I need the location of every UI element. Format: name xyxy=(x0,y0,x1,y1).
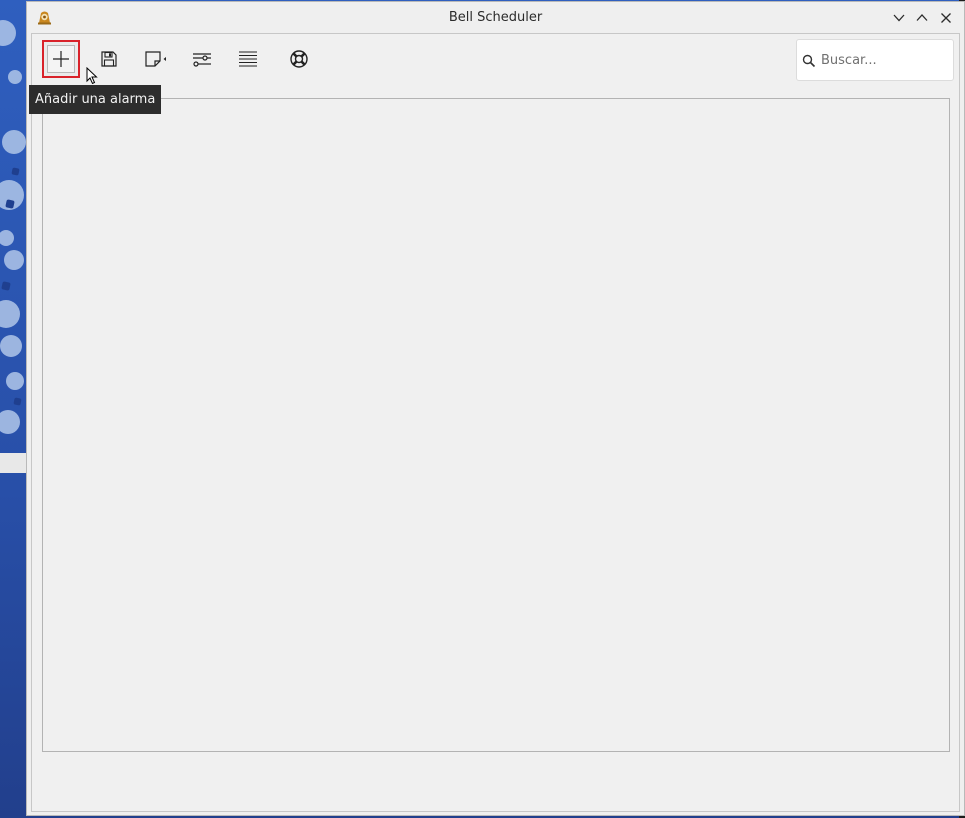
save-icon xyxy=(101,51,117,67)
add-alarm-button[interactable] xyxy=(42,40,80,78)
desktop-pattern xyxy=(11,167,20,176)
search-input[interactable] xyxy=(821,49,947,71)
window-title: Bell Scheduler xyxy=(448,10,543,25)
maximize-button[interactable] xyxy=(914,10,930,26)
edit-icon xyxy=(145,51,166,67)
desktop-pattern xyxy=(4,250,24,270)
desktop-pattern xyxy=(8,70,22,84)
settings-button[interactable] xyxy=(183,40,221,78)
app-window: Bell Scheduler Buscar... Añadir una alar… xyxy=(26,1,965,816)
mouse-cursor-icon xyxy=(86,67,98,85)
list-view-button[interactable] xyxy=(229,40,267,78)
help-button[interactable] xyxy=(280,40,318,78)
minimize-button[interactable] xyxy=(891,10,907,26)
desktop-pattern xyxy=(0,335,22,357)
help-lifebuoy-icon xyxy=(290,50,308,68)
search-icon xyxy=(802,54,816,68)
desktop-pattern xyxy=(0,300,20,328)
desktop-pattern xyxy=(2,130,26,154)
add-alarm-tooltip: Añadir una alarma xyxy=(29,85,162,114)
desktop-pattern xyxy=(1,281,11,291)
desktop-pattern xyxy=(0,230,14,246)
settings-sliders-icon xyxy=(193,53,211,67)
edit-menu-button[interactable] xyxy=(138,40,176,78)
title-bar[interactable]: Bell Scheduler xyxy=(27,2,964,33)
main-content xyxy=(31,33,960,812)
desktop-panel-strip xyxy=(0,453,26,473)
desktop-pattern xyxy=(0,20,16,46)
add-icon xyxy=(53,51,69,67)
desktop-pattern xyxy=(0,410,20,434)
list-icon xyxy=(239,51,257,67)
search-box[interactable] xyxy=(796,39,954,81)
alarm-list[interactable] xyxy=(42,98,950,752)
close-button[interactable] xyxy=(938,10,954,26)
desktop-pattern xyxy=(6,372,24,390)
desktop-pattern xyxy=(5,199,15,209)
desktop-pattern xyxy=(13,397,22,406)
